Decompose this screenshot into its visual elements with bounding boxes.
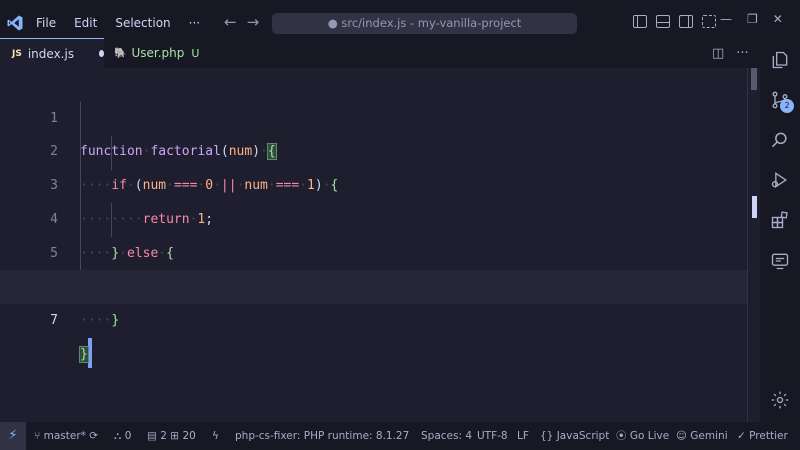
vscode-logo-icon[interactable] — [6, 14, 24, 32]
branch-status[interactable]: ⑂ master* ⟳ — [34, 422, 98, 450]
code-editor[interactable]: 1 function·factorial(num)·{ 2 ····if·(nu… — [0, 68, 760, 422]
indentation-status[interactable]: Spaces: 4 — [421, 422, 472, 450]
ports-status[interactable]: ⛬ 0 — [114, 422, 131, 450]
remote-explorer-icon[interactable] — [770, 251, 790, 271]
language-status[interactable]: {} JavaScript — [540, 422, 609, 450]
gemini-status[interactable]: ☺ Gemini — [676, 422, 728, 450]
lightning-icon[interactable]: ϟ — [212, 422, 219, 450]
gemini-icon: ☺ — [676, 430, 691, 442]
restore-icon[interactable]: ❐ — [747, 12, 758, 26]
toggle-primary-sidebar-icon[interactable] — [633, 15, 647, 28]
tab-user-php[interactable]: 🐘 User.php U — [104, 38, 200, 68]
tab-bar: JS index.js 🐘 User.php U — [0, 38, 760, 68]
scrollbar-thumb[interactable] — [751, 68, 757, 90]
ports-icon: ⛬ — [114, 430, 125, 442]
php-file-icon: 🐘 — [114, 47, 127, 59]
command-center[interactable]: ● src/index.js - my-vanilla-project — [272, 13, 577, 34]
remote-indicator-icon[interactable]: ⚡ — [0, 422, 26, 450]
nav-arrows: ←→ — [224, 13, 269, 31]
prettier-status[interactable]: ✓ Prettier — [737, 422, 788, 450]
php-cs-fixer-status[interactable]: php-cs-fixer: PHP runtime: 8.1.27 — [235, 422, 409, 450]
encoding-status[interactable]: UTF-8 — [477, 422, 508, 450]
code-text: } — [79, 338, 92, 372]
menu-more[interactable]: ··· — [189, 16, 200, 30]
matched-bracket: } — [79, 345, 89, 363]
menu-file[interactable]: File — [36, 16, 56, 30]
code-line: 4 ····}·else·{ — [0, 169, 747, 261]
text-cursor — [87, 338, 92, 369]
broadcast-icon: ⦿ — [616, 430, 630, 442]
settings-gear-icon[interactable] — [770, 390, 790, 410]
toggle-panel-icon[interactable] — [656, 15, 670, 28]
toggle-secondary-sidebar-icon[interactable] — [679, 15, 693, 28]
branch-icon: ⑂ — [34, 430, 44, 442]
close-icon[interactable]: ✕ — [773, 12, 783, 26]
status-bar: ⚡ ⑂ master* ⟳ ⛬ 0 ▤ 2 ⊞ 20 ϟ php-cs-fixe… — [0, 422, 800, 450]
customize-layout-icon[interactable] — [702, 15, 716, 28]
menu-edit[interactable]: Edit — [74, 16, 97, 30]
problems-status[interactable]: ▤ 2 ⊞ 20 — [147, 422, 196, 450]
extensions-icon[interactable] — [770, 210, 790, 230]
code-line: 3 ········return·1; — [0, 135, 747, 227]
minimize-icon[interactable]: — — [720, 12, 732, 26]
braces-icon: {} — [540, 430, 557, 442]
tab-label: index.js — [27, 46, 75, 61]
javascript-file-icon: JS — [12, 48, 22, 59]
window-controls: — ❐ ✕ — [720, 12, 783, 26]
nav-forward-icon[interactable]: → — [247, 13, 270, 31]
code-line: 2 ····if·(num·===·0·||·num·===·1)·{ — [0, 102, 747, 193]
tab-label: User.php — [131, 46, 185, 60]
tab-index-js[interactable]: JS index.js — [0, 38, 104, 68]
code-line-current: 7 } — [0, 270, 747, 369]
scm-count-badge: 2 — [780, 99, 794, 113]
code-line: 5 ········return·num·*·factorial(num·-·1… — [0, 203, 747, 295]
activity-bar — [760, 38, 800, 422]
warning-icon: ⊞ — [166, 430, 183, 442]
go-live-status[interactable]: ⦿ Go Live — [616, 422, 669, 450]
code-line: 1 function·factorial(num)·{ — [0, 68, 747, 161]
code-text: ····} — [80, 312, 120, 328]
untracked-badge: U — [191, 46, 200, 60]
cursor-position-marker — [752, 196, 757, 218]
menu-bar: File Edit Selection ··· — [36, 16, 218, 30]
layout-controls — [633, 15, 716, 28]
split-editor-icon[interactable]: ◫ — [712, 46, 724, 61]
run-debug-icon[interactable] — [770, 170, 790, 190]
editor-actions: ◫ ··· — [712, 46, 749, 61]
sync-icon: ⟳ — [85, 430, 99, 442]
explorer-icon[interactable] — [770, 50, 790, 70]
line-number: 7 — [50, 312, 58, 328]
editor-scrollbar[interactable] — [747, 68, 760, 422]
nav-back-icon[interactable]: ← — [224, 13, 247, 31]
search-icon[interactable] — [770, 130, 790, 150]
check-icon: ✓ — [737, 430, 750, 442]
error-icon: ▤ — [147, 430, 161, 442]
eol-status[interactable]: LF — [517, 422, 529, 450]
code-line: 6 ····} — [0, 237, 747, 328]
menu-selection[interactable]: Selection — [115, 16, 170, 30]
more-actions-icon[interactable]: ··· — [736, 46, 748, 61]
